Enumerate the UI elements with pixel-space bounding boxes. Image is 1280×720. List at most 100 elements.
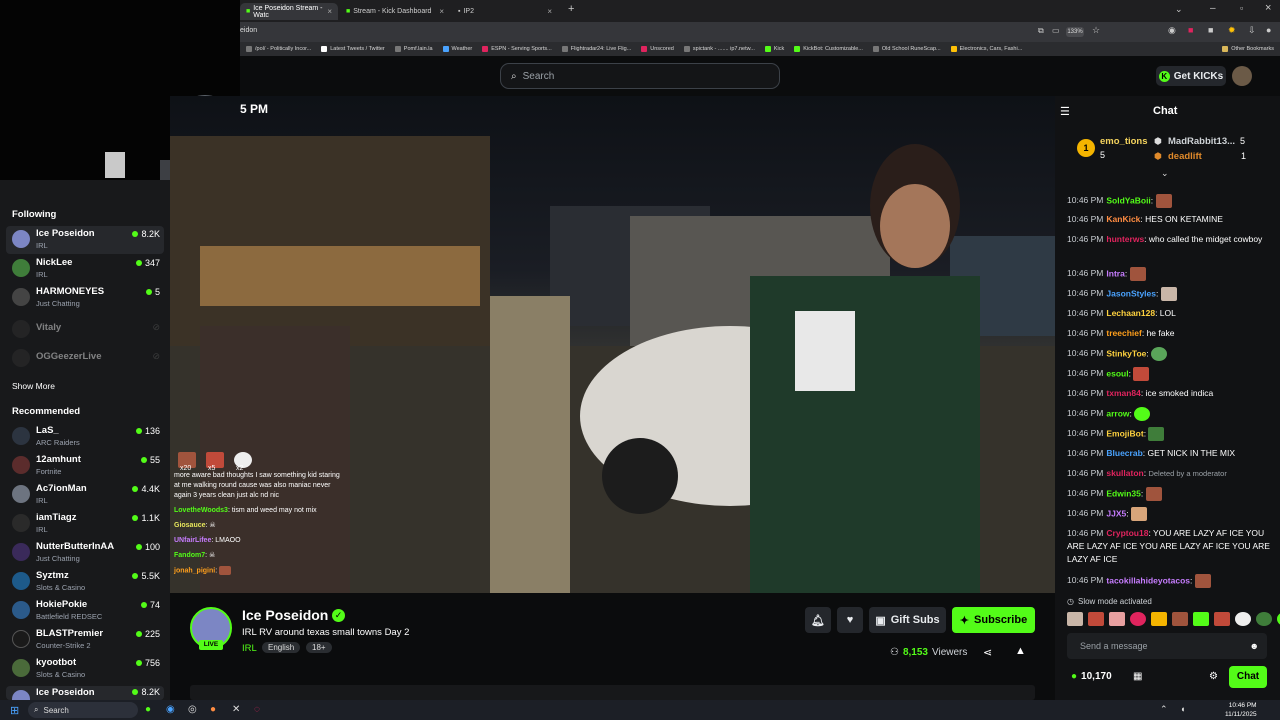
- store-icon[interactable]: ▦: [1133, 671, 1142, 682]
- tab-list-icon[interactable]: ⌄: [1175, 4, 1183, 15]
- bookmark[interactable]: /pol/ - Politically Incor...: [246, 46, 311, 52]
- chat-message[interactable]: 10:46 PM SoldYaBoii:: [1067, 194, 1272, 208]
- streamer-name[interactable]: Ice Poseidon: [242, 607, 328, 623]
- browser-tab[interactable]: ■ Stream - Kick Dashboard ×: [340, 3, 450, 20]
- app-icon[interactable]: ✕: [232, 704, 240, 715]
- settings-gear-icon[interactable]: ⚙: [1209, 671, 1218, 682]
- bookmark[interactable]: spictank - ....... ip7.netw...: [683, 46, 755, 52]
- chat-message[interactable]: 10:46 PM Lechaan128: LOL: [1067, 307, 1272, 320]
- bookmark[interactable]: Pomf.lain.la: [394, 46, 433, 52]
- emote-icon[interactable]: [1130, 612, 1146, 626]
- leaderboard-name[interactable]: emo_tions: [1100, 136, 1148, 147]
- sidebar-channel[interactable]: LaS_ ARC Raiders 136: [6, 423, 164, 451]
- maximize-icon[interactable]: ▫: [1240, 3, 1243, 13]
- tag-mature[interactable]: 18+: [306, 642, 332, 653]
- bookmark[interactable]: Flightradar24: Live Flig...: [561, 46, 631, 52]
- chat-message[interactable]: 10:46 PM esoul:: [1067, 367, 1272, 381]
- other-bookmarks[interactable]: Other Bookmarks: [1222, 46, 1274, 52]
- chrome-icon[interactable]: ◉: [166, 704, 175, 715]
- bookmark[interactable]: Unscored: [641, 46, 674, 52]
- extension-icon[interactable]: ✹: [1228, 25, 1236, 36]
- emote-icon[interactable]: [1151, 612, 1167, 626]
- bookmark[interactable]: Electronics, Cars, Fashi...: [950, 46, 1022, 52]
- zoom-level[interactable]: 133%: [1066, 27, 1084, 37]
- sidebar-channel[interactable]: NutterButterInAA Just Chatting 100: [6, 539, 164, 567]
- emote-icon[interactable]: [1214, 612, 1230, 626]
- chat-message[interactable]: 10:46 PM EmojiBot:: [1067, 427, 1272, 441]
- show-more-link[interactable]: Show More: [12, 381, 55, 391]
- gift-subs-button[interactable]: ▣ Gift Subs: [869, 607, 946, 633]
- chat-message[interactable]: 10:46 PM tacokillahideyotacos:: [1067, 574, 1272, 588]
- sidebar-channel-nicklee[interactable]: NickLee IRL 347: [6, 255, 164, 283]
- close-tab-icon[interactable]: ×: [439, 7, 444, 16]
- report-icon[interactable]: ▲: [1015, 645, 1026, 657]
- sidebar-channel-harmoneyes[interactable]: HARMONEYES Just Chatting 5: [6, 284, 164, 312]
- video-player[interactable]: 5 PM x20 x5 x2 more aware bad thoughts I…: [170, 96, 1055, 593]
- emote-icon[interactable]: [1172, 612, 1188, 626]
- send-chat-button[interactable]: Chat: [1229, 666, 1267, 688]
- emote-icon[interactable]: [1235, 612, 1251, 626]
- chat-input[interactable]: Send a message ☻: [1067, 633, 1267, 659]
- sidebar-channel[interactable]: iamTiagz IRL 1.1K: [6, 510, 164, 538]
- sidebar-channel[interactable]: kyootbot Slots & Casino 756: [6, 655, 164, 683]
- leaderboard-name[interactable]: MadRabbit13...: [1168, 136, 1235, 147]
- notification-bell-button[interactable]: 🔔︎: [805, 607, 831, 633]
- leaderboard-name[interactable]: deadlift: [1168, 151, 1202, 162]
- emote-icon[interactable]: [1088, 612, 1104, 626]
- share-icon[interactable]: ⋖: [983, 646, 992, 659]
- collapse-chat-icon[interactable]: ☰: [1060, 105, 1070, 118]
- bookmark[interactable]: Latest Tweets / Twitter: [321, 46, 385, 52]
- bookmark[interactable]: Old School RuneScap...: [872, 46, 941, 52]
- bookmark-star-icon[interactable]: ☆: [1092, 25, 1100, 36]
- emote-icon[interactable]: [1256, 612, 1272, 626]
- sidebar-channel[interactable]: BLASTPremier Counter-Strike 2 225: [6, 626, 164, 654]
- chat-message[interactable]: 10:46 PM JasonStyles:: [1067, 287, 1272, 301]
- sidebar-channel[interactable]: Syztmz Slots & Casino 5.5K: [6, 568, 164, 596]
- taskbar-search[interactable]: ⌕ Search: [28, 702, 138, 718]
- close-tab-icon[interactable]: ×: [547, 7, 552, 16]
- kicks-balance[interactable]: ● 10,170: [1071, 671, 1112, 682]
- chat-message[interactable]: 10:46 PM JJX5:: [1067, 507, 1272, 521]
- emoji-picker-icon[interactable]: ☻: [1250, 641, 1259, 651]
- chat-message[interactable]: 10:46 PM txman84: ice smoked indica: [1067, 387, 1272, 400]
- search-input[interactable]: ⌕ Search: [500, 63, 780, 89]
- sidebar-channel[interactable]: 12amhunt Fortnite 55: [6, 452, 164, 480]
- clock[interactable]: 10:46 PM 11/11/2025: [1225, 701, 1257, 719]
- emote-icon[interactable]: [1109, 612, 1125, 626]
- url-text[interactable]: eidon: [240, 27, 257, 34]
- install-icon[interactable]: ⧉: [1038, 26, 1044, 36]
- bookmark[interactable]: Kick: [764, 46, 784, 52]
- chat-message[interactable]: 10:46 PM arrow:: [1067, 407, 1272, 421]
- emote-icon[interactable]: [1193, 612, 1209, 626]
- bookmark[interactable]: ESPN - Serving Sports...: [482, 46, 552, 52]
- extension-icon[interactable]: ■: [1188, 25, 1193, 35]
- user-avatar[interactable]: [1232, 66, 1252, 86]
- browser-tab[interactable]: ▪ IP2 ×: [452, 3, 558, 20]
- extension-icon[interactable]: ◉: [1168, 25, 1176, 36]
- spotify-icon[interactable]: ●: [145, 704, 151, 715]
- sidebar-channel[interactable]: Ac7ionMan IRL 4.4K: [6, 481, 164, 509]
- steam-icon[interactable]: ◎: [188, 704, 197, 715]
- sidebar-channel[interactable]: HokiePokie Battlefield REDSEC 74: [6, 597, 164, 625]
- bookmark[interactable]: Weather: [442, 46, 472, 52]
- chat-message[interactable]: 10:46 PM Cryptou18: YOU ARE LAZY AF ICE Y…: [1067, 527, 1272, 566]
- close-tab-icon[interactable]: ×: [327, 7, 332, 16]
- tag-language[interactable]: English: [262, 642, 301, 653]
- chat-message[interactable]: 10:46 PM Bluecrab: GET NICK IN THE MIX: [1067, 447, 1272, 460]
- extension-icon[interactable]: ■: [1208, 25, 1213, 35]
- sidebar-channel-ice-poseidon[interactable]: Ice Poseidon IRL 8.2K: [6, 226, 164, 254]
- cast-icon[interactable]: ▭: [1052, 26, 1060, 35]
- app-icon[interactable]: ◌: [254, 704, 260, 715]
- get-kicks-button[interactable]: K Get KICKs: [1156, 66, 1226, 86]
- new-tab-icon[interactable]: +: [568, 3, 574, 15]
- chat-message[interactable]: 10:46 PM KanKick: HES ON KETAMINE: [1067, 213, 1272, 226]
- firefox-icon[interactable]: ●: [210, 704, 216, 715]
- chat-message[interactable]: 10:46 PM Edwin35:: [1067, 487, 1272, 501]
- chat-message[interactable]: 10:46 PM StinkyToe:: [1067, 347, 1272, 361]
- bookmark[interactable]: KickBot: Customizable...: [794, 46, 863, 52]
- windows-start-icon[interactable]: ⊞: [10, 704, 19, 717]
- profile-icon[interactable]: ●: [1266, 25, 1271, 35]
- minimize-icon[interactable]: –: [1210, 3, 1216, 14]
- chat-message[interactable]: 10:46 PM hunterws: who called the midget …: [1067, 233, 1272, 246]
- emote-icon[interactable]: [1067, 612, 1083, 626]
